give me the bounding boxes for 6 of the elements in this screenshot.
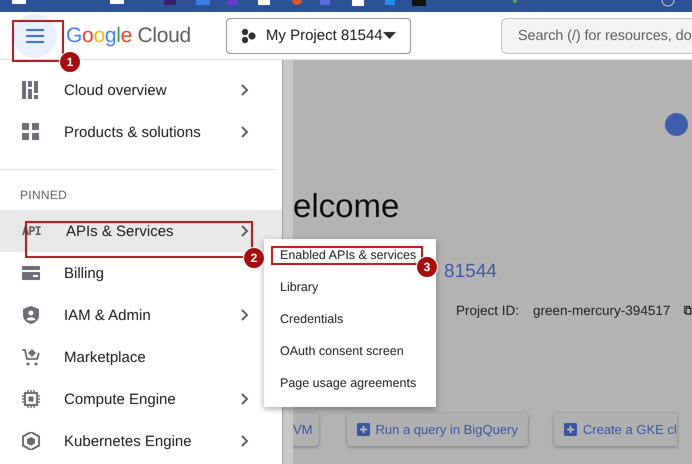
step-badge: 1 [59, 51, 81, 73]
project-id: green-mercury-394517 [533, 303, 670, 318]
project-id-label: Project ID: [456, 303, 520, 318]
section-heading: PINNED [19, 187, 68, 204]
project-number: 81544 [444, 261, 498, 283]
welcome-heading: elcome [293, 188, 400, 224]
